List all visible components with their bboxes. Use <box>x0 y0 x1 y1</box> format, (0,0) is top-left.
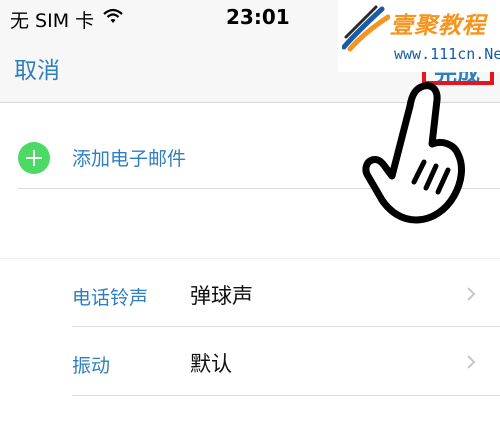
carrier-label: 无 SIM 卡 <box>10 10 95 32</box>
clock-time: 23:01 <box>226 5 290 29</box>
watermark-url: www.111cn.Net <box>394 45 500 63</box>
hand-pointer-icon <box>362 82 465 224</box>
ringtone-label: 电话铃声 <box>72 287 149 309</box>
vibration-row[interactable]: 振动 默认 <box>0 327 500 395</box>
watermark-logo-icon <box>342 5 390 52</box>
chevron-right-icon <box>467 287 476 301</box>
ringtone-row[interactable]: 电话铃声 弹球声 <box>0 259 500 327</box>
cancel-button[interactable]: 取消 <box>14 51 60 85</box>
vibration-value: 默认 <box>190 352 232 376</box>
watermark-title: 壹聚教程 <box>390 13 486 39</box>
add-email-label[interactable]: 添加电子邮件 <box>72 144 186 171</box>
vibration-label: 振动 <box>72 355 111 377</box>
chevron-right-icon <box>467 355 476 369</box>
plus-circle-icon[interactable] <box>18 142 50 174</box>
ringtone-value: 弹球声 <box>190 284 253 308</box>
wifi-icon <box>103 8 123 23</box>
divider <box>72 395 500 396</box>
watermark: 壹聚教程 www.111cn.Net <box>338 0 500 72</box>
